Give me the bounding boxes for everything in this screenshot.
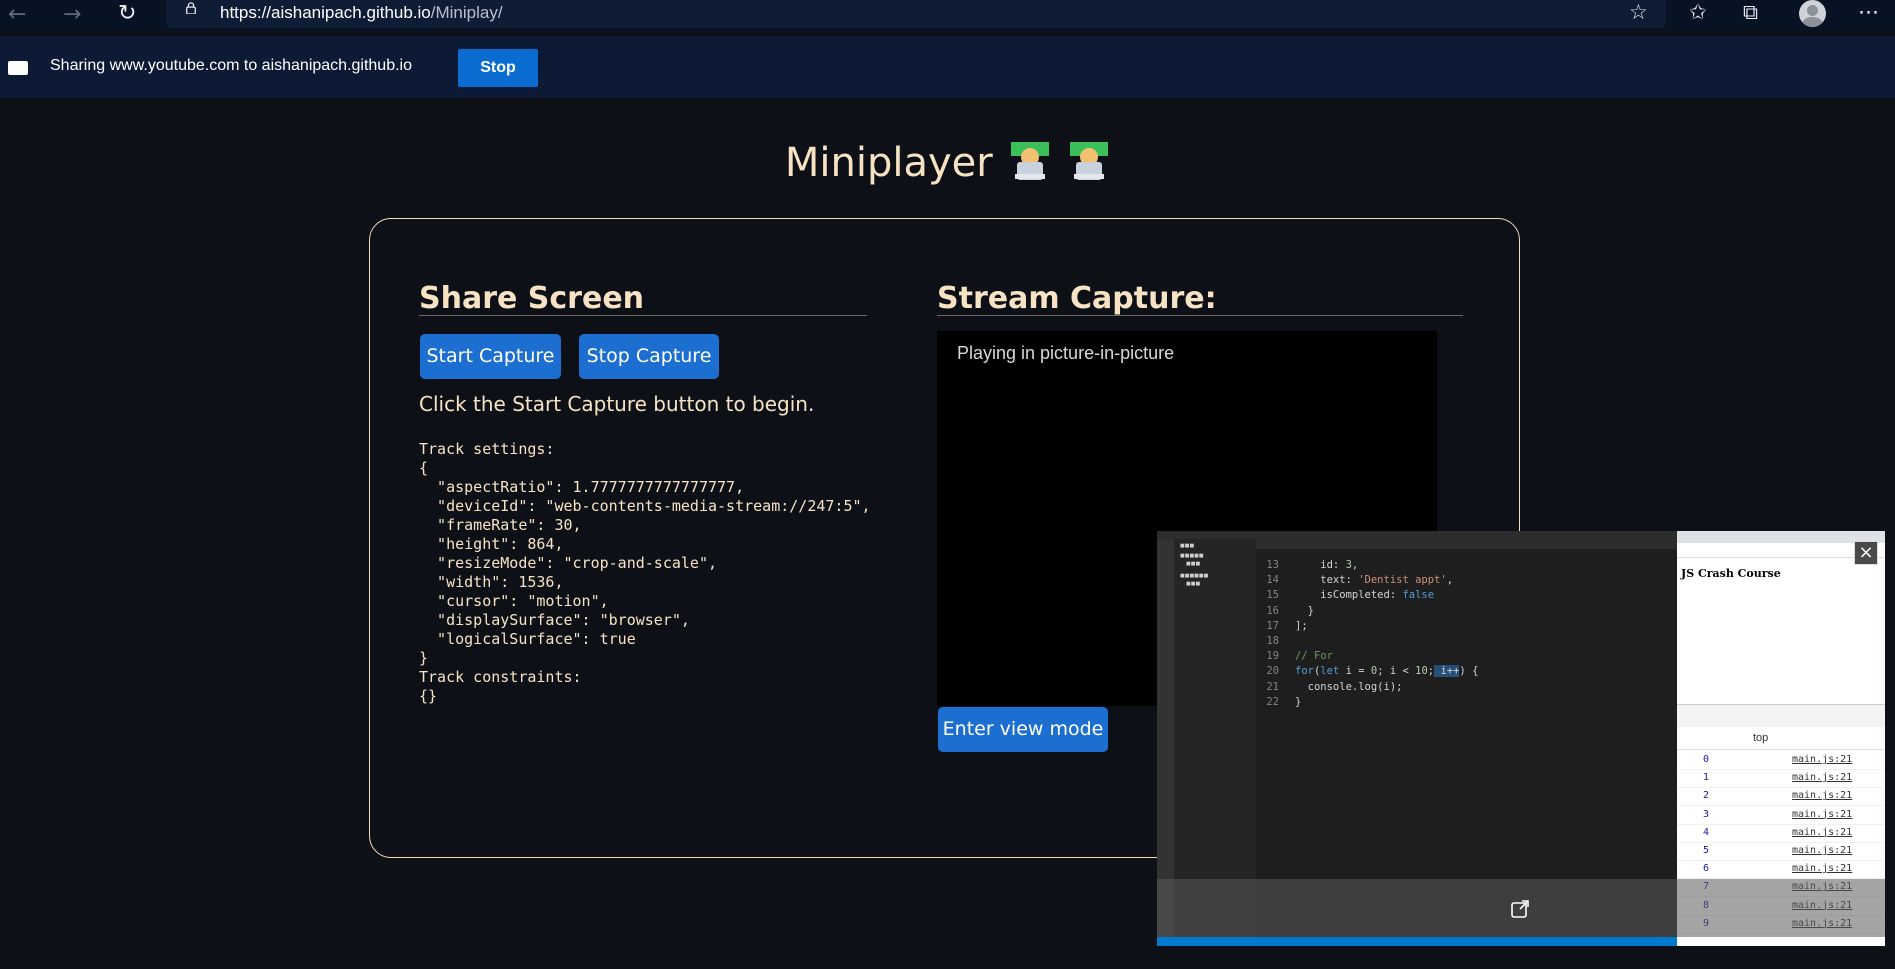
reload-button[interactable]: ↻ <box>118 1 136 26</box>
stop-capture-button[interactable]: Stop Capture <box>579 334 719 379</box>
start-capture-button[interactable]: Start Capture <box>420 334 561 379</box>
code-line: 18 <box>1266 635 1279 648</box>
enter-view-mode-button[interactable]: Enter view mode <box>938 707 1108 752</box>
technologist-emoji-icon <box>1070 142 1109 180</box>
code-line: 16 } <box>1266 604 1314 617</box>
track-settings-log: Track settings: { "aspectRatio": 1.77777… <box>419 440 871 705</box>
console-log-row: 5 main.js:21 <box>1677 842 1885 861</box>
technologist-emoji-icon <box>1011 142 1050 180</box>
page-title: Miniplayer <box>0 140 1895 186</box>
log-source-link[interactable]: main.js:21 <box>1792 863 1852 874</box>
code-line: 20 for(let i = 0; i < 10; i++) { <box>1266 665 1479 678</box>
profile-avatar[interactable] <box>1799 0 1826 27</box>
editor-statusbar <box>1157 937 1677 946</box>
devtools-filter-bar <box>1677 727 1885 750</box>
pip-close-button[interactable]: × <box>1854 541 1878 565</box>
favorites-icon[interactable]: ✩ <box>1689 0 1707 24</box>
log-value: 3 <box>1703 808 1710 820</box>
code-line: 14 text: 'Dentist appt', <box>1266 574 1454 587</box>
log-source-link[interactable]: main.js:21 <box>1792 809 1852 820</box>
code-line: 19// For <box>1266 650 1333 663</box>
sharing-message: Sharing www.youtube.com to aishanipach.g… <box>50 57 412 74</box>
more-menu-icon[interactable]: ⋯ <box>1858 0 1879 24</box>
inner-page-heading: JS Crash Course <box>1681 567 1781 580</box>
screen-share-icon <box>8 61 28 75</box>
collections-icon[interactable]: ⧉ <box>1743 0 1758 25</box>
add-favorite-icon[interactable]: ☆ <box>1629 0 1648 24</box>
log-source-link[interactable]: main.js:21 <box>1792 790 1852 801</box>
devtools-toolbar <box>1677 704 1885 728</box>
code-line: 13 id: 3, <box>1266 559 1359 571</box>
log-value: 0 <box>1703 754 1710 765</box>
code-line: 22} <box>1266 695 1302 708</box>
log-value: 2 <box>1703 790 1710 802</box>
stream-capture-heading: Stream Capture: <box>937 281 1217 316</box>
stop-sharing-button[interactable]: Stop <box>458 49 538 87</box>
log-source-link[interactable]: main.js:21 <box>1792 772 1852 783</box>
back-button[interactable]: ← <box>8 2 26 27</box>
code-line: 21 console.log(i); <box>1266 680 1403 693</box>
console-log-row: 4 main.js:21 <box>1677 824 1885 843</box>
page-title-text: Miniplayer <box>784 140 993 186</box>
log-value: 1 <box>1703 772 1710 784</box>
editor-titlebar <box>1157 531 1677 539</box>
divider <box>419 315 867 316</box>
code-line: 17]; <box>1266 619 1308 632</box>
code-line: 15 isCompleted: false <box>1266 589 1435 602</box>
log-value: 5 <box>1703 845 1710 856</box>
divider <box>937 315 1463 316</box>
console-log-row: 1 main.js:21 <box>1677 769 1885 789</box>
pip-window[interactable]: ■■■ ■■■■■ ■■■ ■■■■■■ ■■■ 13 id: 3, 14 tex… <box>1157 531 1885 946</box>
instruction-text: Click the Start Capture button to begin. <box>419 392 815 416</box>
editor-explorer: ■■■ ■■■■■ ■■■ ■■■■■■ ■■■ <box>1174 539 1256 937</box>
pip-placeholder-text: Playing in picture-in-picture <box>957 343 1175 363</box>
editor-activity-bar <box>1157 539 1174 937</box>
log-source-link[interactable]: main.js:21 <box>1792 754 1852 765</box>
code-editor: 13 id: 3, 14 text: 'Dentist appt', 15 isCo… <box>1257 558 1478 710</box>
console-log-row: 0 main.js:21 <box>1677 751 1885 770</box>
log-source-link[interactable]: main.js:21 <box>1792 827 1852 838</box>
share-screen-heading: Share Screen <box>419 281 645 316</box>
devtools-context: top <box>1753 732 1769 744</box>
url-text[interactable]: https://aishanipach.github.io/Miniplay/ <box>220 3 503 23</box>
console-log-row: 3 main.js:21 <box>1677 806 1885 825</box>
log-value: 4 <box>1703 826 1710 838</box>
console-log-row: 2 main.js:21 <box>1677 787 1885 807</box>
lock-icon[interactable] <box>185 2 197 14</box>
editor-tabs <box>1256 539 1677 549</box>
console-log-row: 6 main.js:21 <box>1677 860 1885 880</box>
forward-button[interactable]: → <box>63 2 81 27</box>
log-source-link[interactable]: main.js:21 <box>1792 845 1852 856</box>
log-value: 6 <box>1703 863 1710 875</box>
back-to-tab-icon[interactable] <box>1510 899 1530 919</box>
